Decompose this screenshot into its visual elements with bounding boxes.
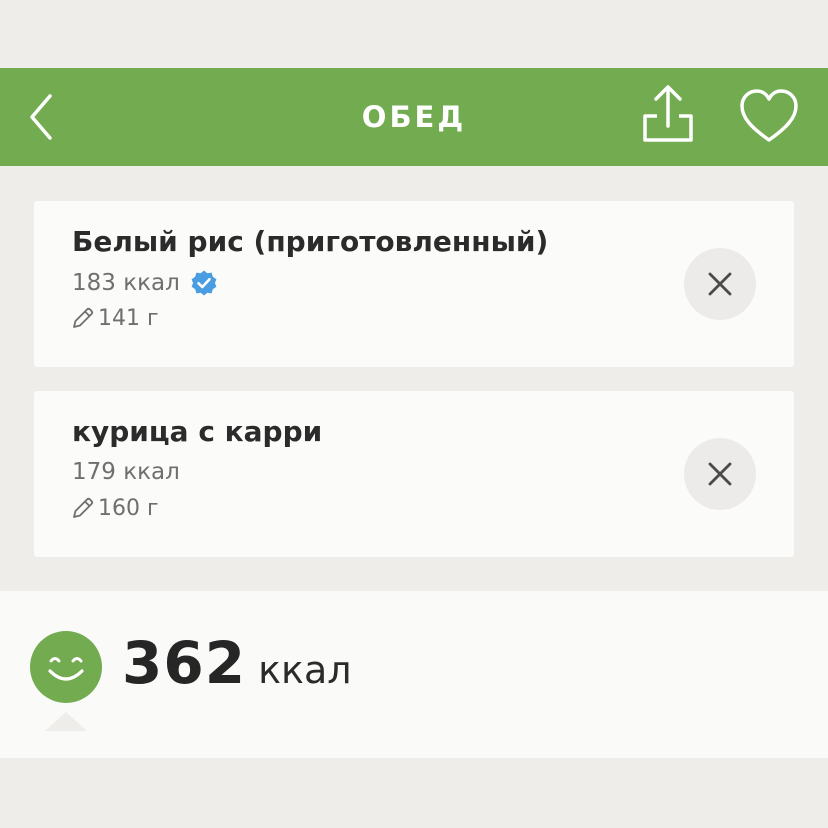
- pencil-icon: [73, 307, 94, 328]
- food-item-kcal-row: 179 ккал: [72, 459, 180, 485]
- remove-item-button[interactable]: [684, 248, 756, 320]
- heart-icon: [740, 89, 798, 142]
- food-item-portion-row[interactable]: 160 г: [70, 495, 159, 521]
- food-item-portion: 160 г: [98, 495, 159, 521]
- food-item-kcal: 179 ккал: [72, 459, 180, 485]
- food-item-kcal: 183 ккал: [72, 270, 180, 296]
- food-item-card[interactable]: Белый рис (приготовленный) 183 ккал 141 …: [34, 201, 794, 367]
- food-item-kcal-row: 183 ккал: [72, 269, 218, 297]
- total-calories-value: 362: [122, 629, 247, 697]
- food-item-name: Белый рис (приготовленный): [72, 225, 549, 258]
- food-item-name: курица с карри: [72, 415, 323, 448]
- food-item-portion: 141 г: [98, 305, 159, 331]
- smiley-icon: [30, 631, 102, 703]
- meal-summary: 362 ккал: [0, 591, 828, 758]
- share-icon: [643, 85, 693, 142]
- pointer-arrow-icon: [45, 712, 87, 731]
- food-item-portion-row[interactable]: 141 г: [70, 305, 159, 331]
- remove-item-button[interactable]: [684, 438, 756, 510]
- pencil-icon: [73, 497, 94, 518]
- close-icon: [708, 462, 732, 486]
- total-calories: 362 ккал: [122, 629, 352, 697]
- top-bar: ОБЕД: [0, 68, 828, 166]
- share-button[interactable]: [638, 82, 698, 146]
- total-calories-unit: ккал: [258, 648, 352, 692]
- page-title: ОБЕД: [361, 100, 467, 134]
- close-icon: [708, 272, 732, 296]
- verified-badge-icon: [191, 270, 217, 296]
- food-item-card[interactable]: курица с карри 179 ккал 160 г: [34, 391, 794, 557]
- favorite-button[interactable]: [738, 86, 800, 148]
